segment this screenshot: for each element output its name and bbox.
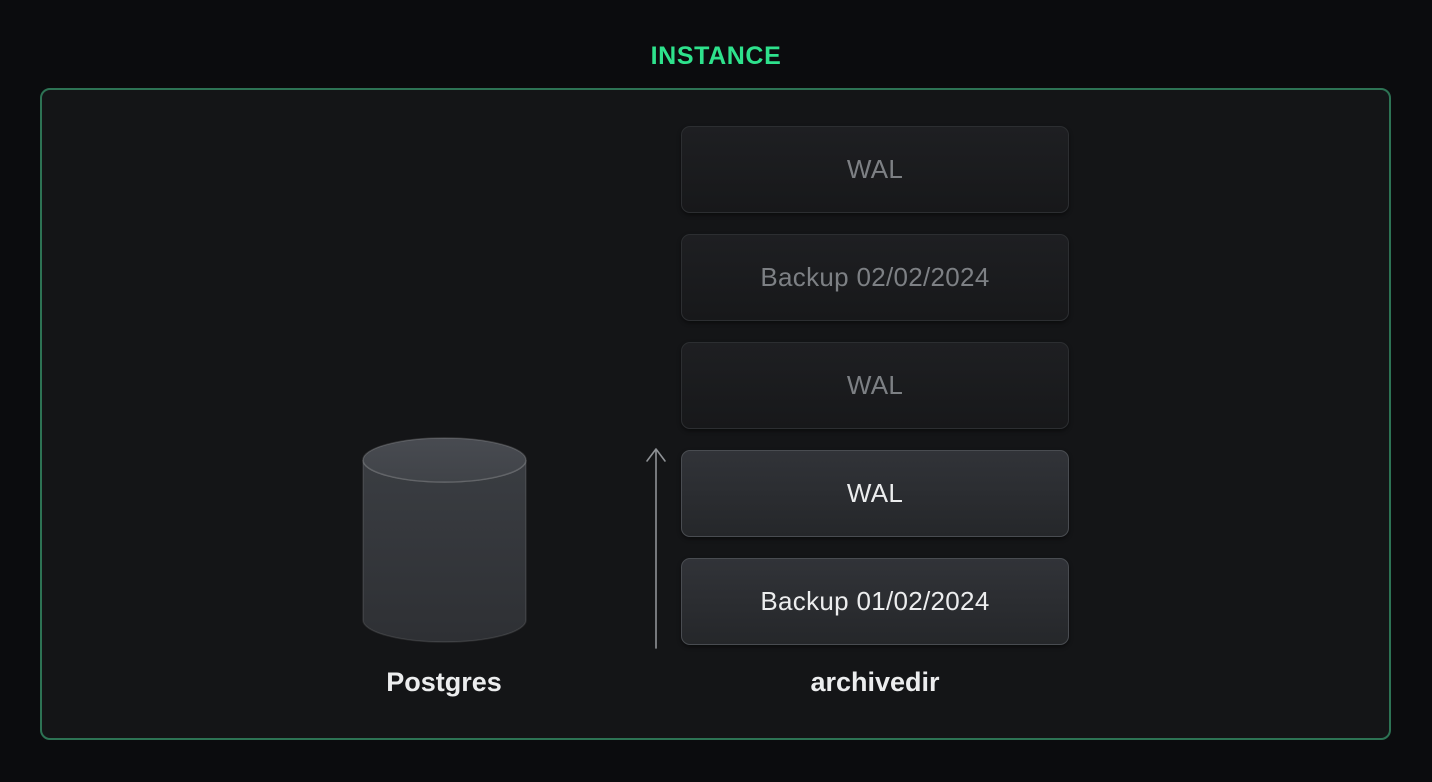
backup-box-label: Backup 01/02/2024 — [760, 586, 990, 616]
database-cylinder-icon — [362, 437, 527, 643]
wal-box-label: WAL — [846, 154, 904, 184]
wal-box: WAL — [681, 450, 1069, 537]
arrow-up-icon — [646, 448, 666, 649]
wal-box-label: WAL — [846, 370, 904, 400]
backup-box: Backup 01/02/2024 — [681, 558, 1069, 645]
wal-box-label: WAL — [846, 478, 904, 508]
archivedir-file-stack: WAL Backup 02/02/2024 WAL WAL Backup 01/… — [681, 126, 1069, 645]
backup-box-label: Backup 02/02/2024 — [760, 262, 990, 292]
postgres-label: Postgres — [386, 667, 502, 697]
backup-box: Backup 02/02/2024 — [681, 234, 1069, 321]
wal-box: WAL — [681, 342, 1069, 429]
archive-flow-arrow-up-icon — [643, 443, 669, 651]
instance-title: INSTANCE — [650, 42, 782, 70]
postgres-database-cylinder-icon — [362, 437, 527, 643]
archivedir-label: archivedir — [810, 667, 940, 697]
wal-box: WAL — [681, 126, 1069, 213]
